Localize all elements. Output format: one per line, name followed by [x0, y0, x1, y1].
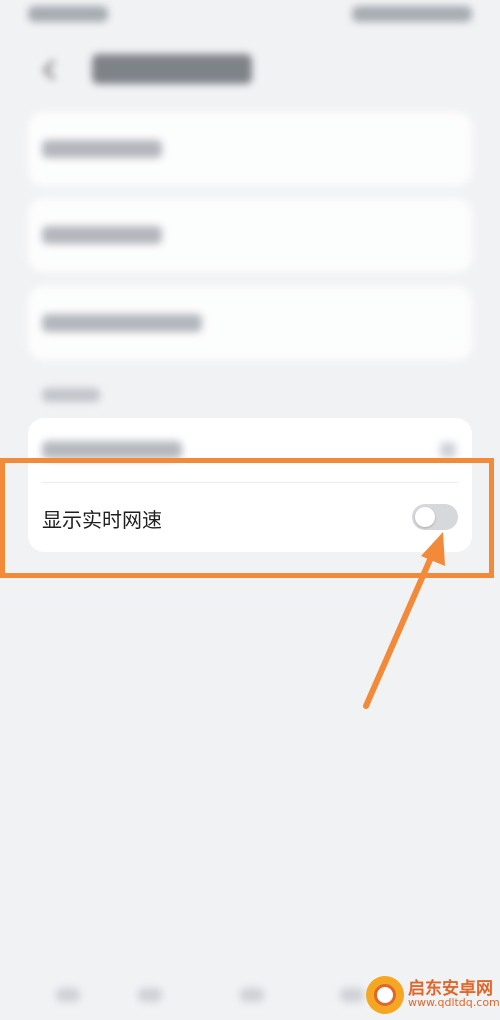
settings-item-2[interactable]: [28, 198, 472, 272]
settings-item-label: [42, 441, 182, 459]
back-arrow-icon[interactable]: [36, 56, 64, 84]
status-bar: [0, 0, 500, 32]
settings-item-label: [42, 314, 202, 332]
status-icons-placeholder: [352, 6, 472, 22]
status-time-placeholder: [28, 6, 108, 22]
toggle-knob: [415, 507, 435, 527]
realtime-speed-label: 显示实时网速: [42, 508, 162, 532]
nav-item-1[interactable]: [56, 988, 80, 1002]
network-settings-card: 显示实时网速: [28, 418, 472, 552]
watermark-url: www.qdltdq.com: [408, 996, 500, 1009]
nav-item-2[interactable]: [138, 988, 162, 1002]
page-title: [92, 54, 252, 84]
header: [0, 40, 500, 100]
realtime-speed-row[interactable]: 显示实时网速: [28, 484, 472, 550]
settings-item-3[interactable]: [28, 286, 472, 360]
chevron-right-icon: [440, 442, 456, 458]
settings-item-label: [42, 140, 162, 158]
nav-item-4[interactable]: [340, 988, 364, 1002]
divider: [42, 482, 458, 483]
realtime-speed-toggle[interactable]: [412, 504, 458, 530]
section-header: [42, 388, 100, 402]
settings-item-4[interactable]: [28, 418, 472, 482]
nav-item-3[interactable]: [240, 988, 264, 1002]
settings-item-label: [42, 226, 162, 244]
settings-item-1[interactable]: [28, 112, 472, 186]
watermark-logo-icon: [366, 976, 404, 1014]
watermark: 启东安卓网 www.qdltdq.com: [366, 970, 500, 1018]
